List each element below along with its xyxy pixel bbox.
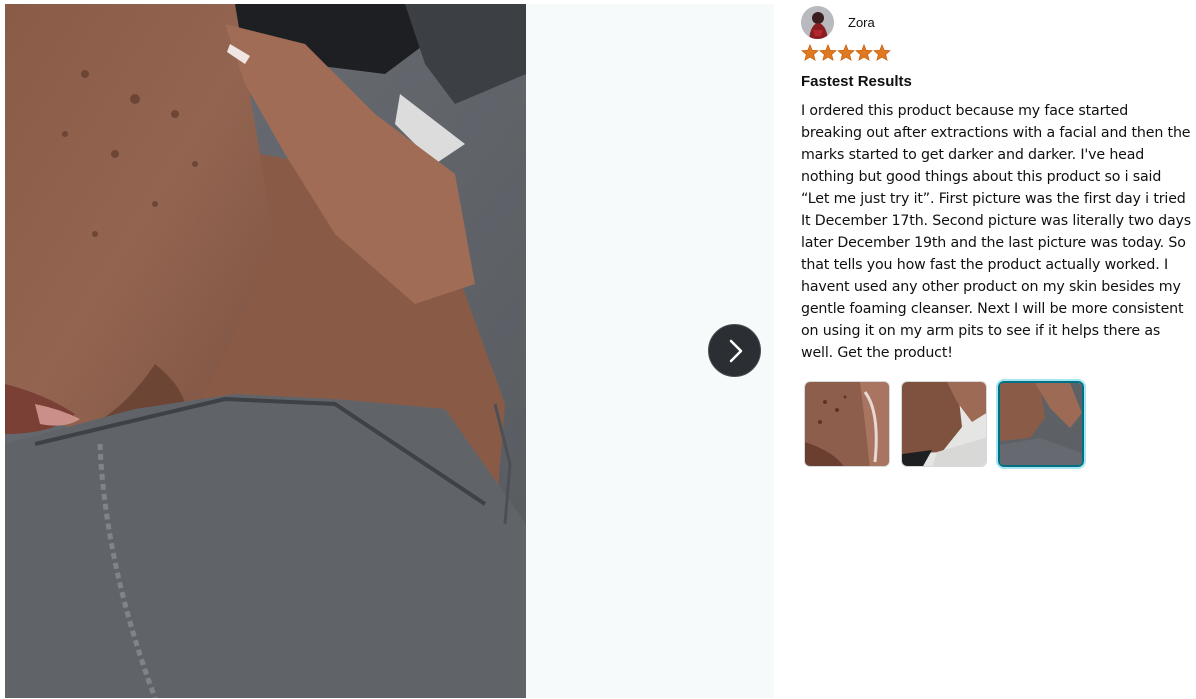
- review-panel: Zora Fastest Results I ordered this prod…: [801, 6, 1193, 467]
- review-photo: [5, 4, 526, 698]
- reviewer-profile[interactable]: Zora: [801, 6, 1193, 39]
- star-rating: [801, 43, 1193, 62]
- review-media-viewer: [5, 4, 774, 698]
- chevron-right-icon: [725, 338, 745, 364]
- star-icon: [837, 43, 855, 61]
- review-image-thumbnail-selected[interactable]: [998, 381, 1084, 467]
- star-icon: [855, 43, 873, 61]
- review-title: Fastest Results: [801, 73, 912, 90]
- star-icon: [873, 43, 891, 61]
- avatar[interactable]: [801, 6, 834, 39]
- next-image-button[interactable]: [708, 324, 761, 377]
- review-image-thumbnails: [804, 381, 1193, 467]
- review-image-thumbnail[interactable]: [804, 381, 890, 467]
- reviewer-name[interactable]: Zora: [848, 15, 875, 30]
- review-image-thumbnail[interactable]: [901, 381, 987, 467]
- star-icon: [819, 43, 837, 61]
- star-icon: [801, 43, 819, 61]
- review-body: I ordered this product because my face s…: [801, 103, 1192, 361]
